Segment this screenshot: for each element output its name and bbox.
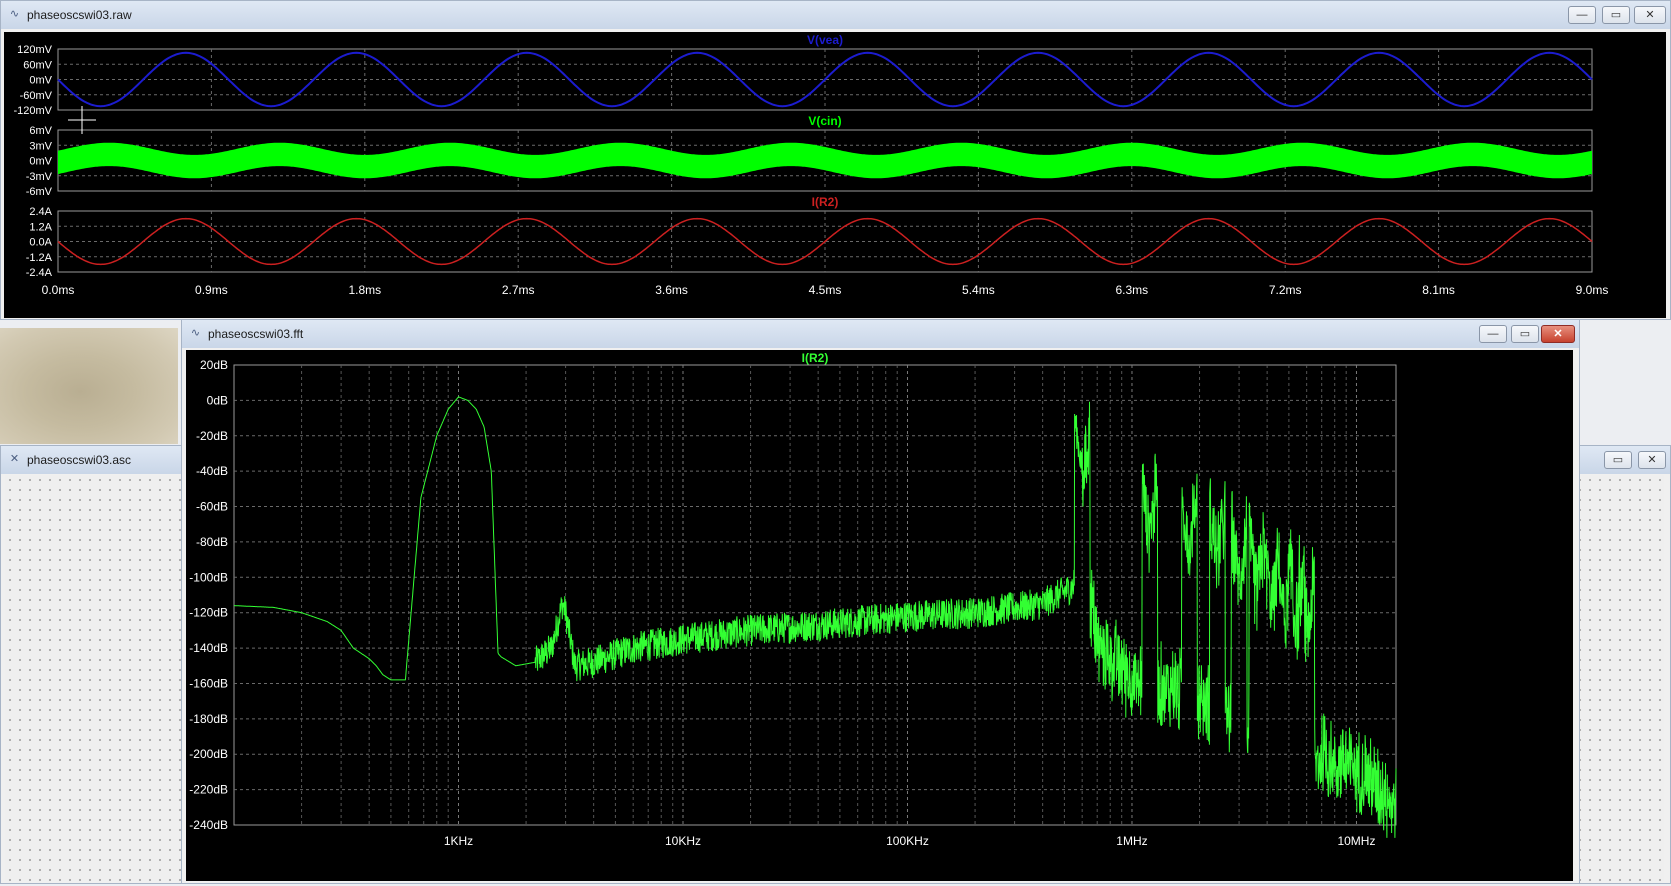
y-tick-label: -140dB (189, 641, 228, 655)
y-tick-label: -120dB (189, 606, 228, 620)
y-tick-label: 3mV (29, 140, 52, 152)
schematic-close-button[interactable]: ✕ (1638, 451, 1666, 469)
y-tick-label: 6mV (29, 125, 52, 137)
waveform-maximize-button[interactable]: ▭ (1602, 6, 1630, 24)
x-tick-label: 100KHz (886, 834, 929, 848)
y-tick-label: 60mV (23, 59, 52, 71)
y-tick-label: -60dB (196, 500, 228, 514)
trace-title: V(vea) (807, 33, 843, 47)
y-tick-label: -6mV (26, 186, 53, 198)
x-tick-label: 7.2ms (1269, 283, 1302, 297)
x-tick-label: 1MHz (1116, 834, 1147, 848)
x-tick-label: 6.3ms (1115, 283, 1148, 297)
y-tick-label: -40dB (196, 464, 228, 478)
y-tick-label: -20dB (196, 429, 228, 443)
x-tick-label: 1KHz (444, 834, 473, 848)
fft-title: phaseoscswi03.fft (208, 327, 304, 341)
schematic-icon: ✕ (9, 453, 20, 465)
x-tick-label: 1.8ms (348, 283, 381, 297)
y-tick-label: -200dB (189, 747, 228, 761)
y-tick-label: 0.0A (29, 237, 52, 249)
waveform-window[interactable]: ∿ phaseoscswi03.raw — ▭ ✕ 120mV 60mV 0mV -6… (0, 0, 1671, 320)
y-tick-label: -240dB (189, 818, 228, 832)
trace-title: V(cin) (808, 114, 841, 128)
x-tick-label: 4.5ms (809, 283, 842, 297)
waveform-icon: ∿ (190, 327, 201, 339)
y-tick-label: 1.2A (29, 221, 52, 233)
y-tick-label: -180dB (189, 712, 228, 726)
fft-maximize-button[interactable]: ▭ (1511, 325, 1539, 343)
fft-window[interactable]: ∿ phaseoscswi03.fft — ▭ ✕ 20dB 0dB -20dB -4… (181, 319, 1580, 884)
background-photo (0, 328, 178, 444)
waveform-plot[interactable]: 120mV 60mV 0mV -60mV -120mV V(vea) 6mV 3mV 0mV -3… (4, 32, 1666, 318)
x-tick-label: 9.0ms (1576, 283, 1609, 297)
y-tick-label: -100dB (189, 570, 228, 584)
x-tick-label: 3.6ms (655, 283, 688, 297)
y-tick-label: -220dB (189, 783, 228, 797)
fft-titlebar[interactable]: ∿ phaseoscswi03.fft — ▭ ✕ (182, 320, 1579, 348)
y-tick-label: -1.2A (26, 252, 53, 264)
x-tick-label: 5.4ms (962, 283, 995, 297)
y-tick-label: -160dB (189, 676, 228, 690)
trace-title: I(R2) (802, 351, 829, 365)
x-tick-label: 8.1ms (1422, 283, 1455, 297)
y-tick-label: -80dB (196, 535, 228, 549)
y-tick-label: 2.4A (29, 206, 52, 218)
x-tick-label: 10KHz (665, 834, 701, 848)
y-tick-label: -3mV (26, 171, 53, 183)
x-tick-label: 10MHz (1337, 834, 1375, 848)
waveform-plot-area[interactable]: 120mV 60mV 0mV -60mV -120mV V(vea) 6mV 3mV 0mV -3… (4, 32, 1666, 318)
y-tick-label: -2.4A (26, 267, 53, 279)
fft-minimize-button[interactable]: — (1479, 325, 1507, 343)
y-tick-label: 0mV (29, 75, 52, 87)
fft-plot[interactable]: 20dB 0dB -20dB -40dB -60dB -80dB -100dB -120dB -… (186, 350, 1573, 881)
waveform-close-button[interactable]: ✕ (1634, 6, 1666, 24)
waveform-title: phaseoscswi03.raw (27, 8, 132, 22)
y-tick-label: 0mV (29, 156, 52, 168)
trace-title: I(R2) (812, 195, 839, 209)
waveform-minimize-button[interactable]: — (1568, 6, 1596, 24)
y-tick-label: 120mV (17, 44, 53, 56)
x-tick-label: 0.9ms (195, 283, 228, 297)
waveform-titlebar[interactable]: ∿ phaseoscswi03.raw — ▭ ✕ (1, 1, 1670, 29)
y-tick-label: -120mV (13, 105, 52, 117)
fft-plot-area[interactable]: 20dB 0dB -20dB -40dB -60dB -80dB -100dB -120dB -… (186, 350, 1573, 881)
y-tick-label: 0dB (207, 393, 228, 407)
schematic-title: phaseoscswi03.asc (27, 453, 132, 467)
schematic-maximize-button[interactable]: ▭ (1604, 451, 1632, 469)
fft-close-button[interactable]: ✕ (1541, 325, 1575, 343)
y-tick-label: 20dB (200, 358, 228, 372)
waveform-icon: ∿ (9, 8, 20, 20)
x-tick-label: 0.0ms (42, 283, 75, 297)
y-tick-label: -60mV (20, 90, 53, 102)
x-tick-label: 2.7ms (502, 283, 535, 297)
